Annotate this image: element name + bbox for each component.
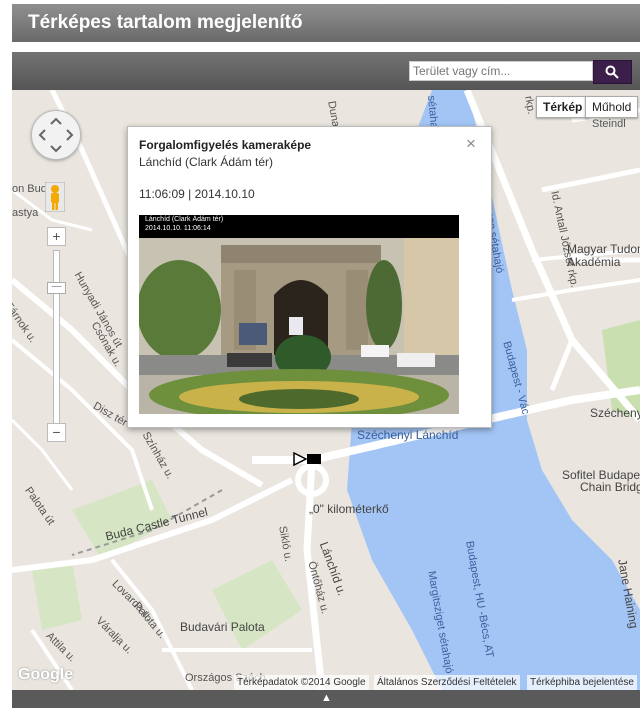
zoom-in-button[interactable]: + [47, 227, 66, 246]
pan-arrows-icon [38, 117, 74, 153]
label-szechenyi-is: Széchenyi Is [590, 406, 640, 420]
camera-info-window: Forgalomfigyelés kameraképe Lánchíd (Cla… [127, 126, 492, 428]
label-on-bud: on Bud [12, 183, 47, 195]
search-button[interactable] [593, 60, 632, 84]
label-budavari-palota: Budavári Palota [180, 620, 265, 634]
google-logo: Google [18, 666, 74, 683]
label-nulla-km: „0" kilométerkő [309, 502, 389, 516]
camera-image: Lánchíd (Clark Ádám tér) 2014.10.10. 11:… [139, 215, 459, 414]
popup-subtitle: Lánchíd (Clark Ádám tér) [139, 155, 274, 169]
toolbar [12, 52, 640, 90]
app-header: Térképes tartalom megjelenítő [12, 4, 640, 42]
popup-timestamp: 11:06:09 | 2014.10.10 [139, 187, 255, 201]
expand-arrow-icon[interactable]: ▲ [321, 692, 332, 704]
label-astya: astya [12, 207, 39, 219]
map-view[interactable]: Id. Antall József rkp. Steindl Magyar Tu… [12, 90, 640, 690]
terms-link[interactable]: Általános Szerződési Feltételek [374, 675, 520, 690]
label-steindl: Steindl [592, 118, 626, 130]
map-type-muhold[interactable]: Műhold [585, 96, 639, 118]
popup-close-button[interactable]: × [466, 135, 476, 152]
page-title: Térképes tartalom megjelenítő [28, 12, 303, 33]
map-copyright: Térképadatok ©2014 Google [234, 675, 369, 690]
camera-overlay-line2: 2014.10.10. 11:06:14 [145, 225, 211, 232]
label-szechenyi-lanchid: Széchenyi Lánchíd [357, 428, 459, 442]
search-input[interactable] [409, 61, 593, 81]
label-sofitel-2: Chain Bridge [580, 480, 640, 494]
pegman-icon[interactable] [45, 182, 65, 212]
pan-control[interactable] [31, 110, 81, 160]
report-error-link[interactable]: Térképhiba bejelentése [527, 675, 637, 690]
bottom-bar: ▲ [12, 690, 640, 708]
label-magyar-tud: Magyar Tudom [567, 242, 640, 256]
camera-overlay: Lánchíd (Clark Ádám tér) 2014.10.10. 11:… [139, 215, 459, 238]
camera-scene [139, 215, 459, 414]
zoom-slider-thumb[interactable]: — [47, 282, 66, 294]
camera-marker-icon[interactable] [293, 452, 323, 466]
zoom-slider-track[interactable] [53, 250, 60, 430]
camera-overlay-line1: Lánchíd (Clark Ádám tér) [145, 216, 224, 223]
map-type-terkep[interactable]: Térkép [536, 96, 590, 118]
zoom-out-button[interactable]: − [47, 423, 66, 442]
label-akademia: Akadémia [567, 255, 621, 269]
popup-title: Forgalomfigyelés kameraképe [139, 138, 312, 152]
search-icon [605, 65, 619, 79]
